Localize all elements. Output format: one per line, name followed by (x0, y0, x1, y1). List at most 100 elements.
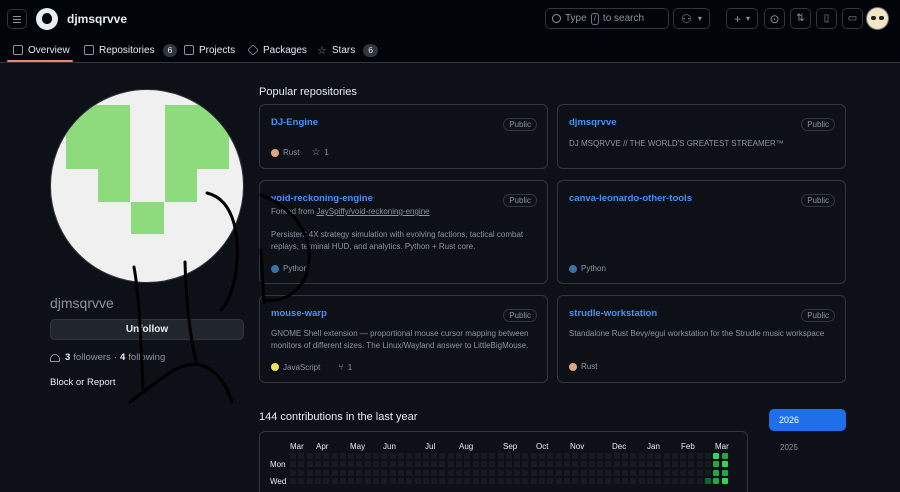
contribution-cell[interactable] (630, 453, 637, 459)
year-2025-button[interactable]: 2025 (780, 443, 798, 452)
contribution-cell[interactable] (464, 469, 471, 476)
contribution-cell[interactable] (655, 453, 662, 459)
year-2026-button[interactable]: 2026 (769, 409, 846, 431)
contribution-cell[interactable] (298, 469, 305, 476)
pull-requests-button[interactable]: ⇅ (790, 8, 811, 29)
contribution-cell[interactable] (447, 453, 454, 459)
contribution-cell[interactable] (456, 477, 462, 484)
contribution-cell[interactable] (522, 461, 529, 468)
contribution-cell[interactable] (514, 453, 521, 459)
contribution-cell[interactable] (530, 453, 537, 459)
contribution-cell[interactable] (713, 469, 720, 476)
contribution-cell[interactable] (348, 461, 355, 468)
contribution-cell[interactable] (389, 453, 396, 459)
contribution-cell[interactable] (563, 477, 570, 484)
contribution-cell[interactable] (472, 469, 479, 476)
contribution-cell[interactable] (331, 469, 338, 476)
contribution-cell[interactable] (505, 453, 512, 459)
contribution-cell[interactable] (373, 469, 379, 476)
contribution-cell[interactable] (688, 469, 695, 476)
contribution-cell[interactable] (406, 453, 413, 459)
contribution-cell[interactable] (655, 461, 662, 468)
repo-name-link[interactable]: mouse-warp (271, 308, 327, 319)
contribution-cell[interactable] (613, 477, 620, 484)
contribution-cell[interactable] (464, 453, 471, 459)
contribution-cell[interactable] (447, 469, 454, 476)
contribution-cell[interactable] (597, 469, 604, 476)
contribution-cell[interactable] (497, 461, 504, 468)
contribution-cell[interactable] (373, 453, 379, 459)
contribution-cell[interactable] (431, 469, 438, 476)
contribution-cell[interactable] (588, 477, 595, 484)
contribution-cell[interactable] (580, 477, 587, 484)
contribution-cell[interactable] (555, 477, 562, 484)
contribution-cell[interactable] (505, 469, 512, 476)
contribution-cell[interactable] (439, 469, 446, 476)
contribution-cell[interactable] (439, 453, 446, 459)
contribution-cell[interactable] (472, 453, 479, 459)
repo-name-link[interactable]: void-reckoning-engine (271, 193, 373, 204)
contribution-cell[interactable] (588, 469, 595, 476)
contribution-cell[interactable] (497, 477, 504, 484)
contribution-cell[interactable] (397, 461, 404, 468)
contribution-cell[interactable] (389, 477, 396, 484)
contribution-cell[interactable] (597, 461, 604, 468)
contribution-cell[interactable] (680, 477, 687, 484)
contribution-cell[interactable] (489, 469, 496, 476)
forks-count[interactable]: 1 (348, 363, 352, 372)
contribution-cell[interactable] (522, 477, 529, 484)
contribution-cell[interactable] (314, 469, 321, 476)
contribution-cell[interactable] (696, 477, 703, 484)
following-count[interactable]: 4 (120, 352, 125, 363)
contribution-cell[interactable] (646, 461, 653, 468)
contribution-cell[interactable] (572, 469, 579, 476)
following-label[interactable]: following (128, 352, 165, 363)
contribution-cell[interactable] (597, 477, 604, 484)
contribution-cell[interactable] (314, 453, 321, 459)
contribution-cell[interactable] (323, 453, 330, 459)
contribution-cell[interactable] (522, 453, 529, 459)
contribution-cell[interactable] (671, 453, 678, 459)
contribution-cell[interactable] (555, 453, 562, 459)
unfollow-button[interactable]: Unfollow (50, 319, 244, 340)
contribution-cell[interactable] (713, 461, 720, 468)
contribution-cell[interactable] (530, 477, 537, 484)
contribution-cell[interactable] (622, 453, 628, 459)
contribution-cell[interactable] (630, 461, 637, 468)
menu-icon[interactable] (7, 9, 27, 29)
contribution-cell[interactable] (547, 461, 554, 468)
contribution-cell[interactable] (331, 461, 338, 468)
contribution-cell[interactable] (298, 461, 305, 468)
contribution-cell[interactable] (339, 461, 346, 468)
contribution-cell[interactable] (373, 477, 379, 484)
repo-name-link[interactable]: strudle-workstation (569, 308, 657, 319)
contribution-cell[interactable] (323, 477, 330, 484)
contribution-cell[interactable] (381, 461, 388, 468)
contribution-cell[interactable] (397, 477, 404, 484)
contribution-cell[interactable] (381, 469, 388, 476)
contribution-cell[interactable] (638, 461, 645, 468)
tab-projects[interactable]: Projects (184, 41, 235, 59)
contribution-cell[interactable] (622, 461, 628, 468)
contribution-cell[interactable] (646, 477, 653, 484)
contribution-cell[interactable] (406, 461, 413, 468)
contribution-cell[interactable] (613, 461, 620, 468)
contribution-cell[interactable] (290, 461, 296, 468)
contribution-cell[interactable] (414, 453, 421, 459)
contribution-cell[interactable] (414, 461, 421, 468)
contribution-cell[interactable] (422, 477, 429, 484)
contribution-cell[interactable] (563, 469, 570, 476)
contribution-cell[interactable] (489, 477, 496, 484)
contribution-cell[interactable] (680, 453, 687, 459)
contribution-cell[interactable] (655, 469, 662, 476)
contribution-cell[interactable] (290, 469, 296, 476)
inbox-button[interactable]: ▭ (842, 8, 863, 29)
contribution-cell[interactable] (505, 461, 512, 468)
contribution-cell[interactable] (364, 469, 371, 476)
contribution-cell[interactable] (721, 477, 728, 484)
contribution-cell[interactable] (364, 453, 371, 459)
fork-icon[interactable]: ⑂ (338, 362, 343, 372)
contribution-cell[interactable] (406, 477, 413, 484)
contribution-cell[interactable] (547, 469, 554, 476)
contribution-cell[interactable] (356, 477, 363, 484)
